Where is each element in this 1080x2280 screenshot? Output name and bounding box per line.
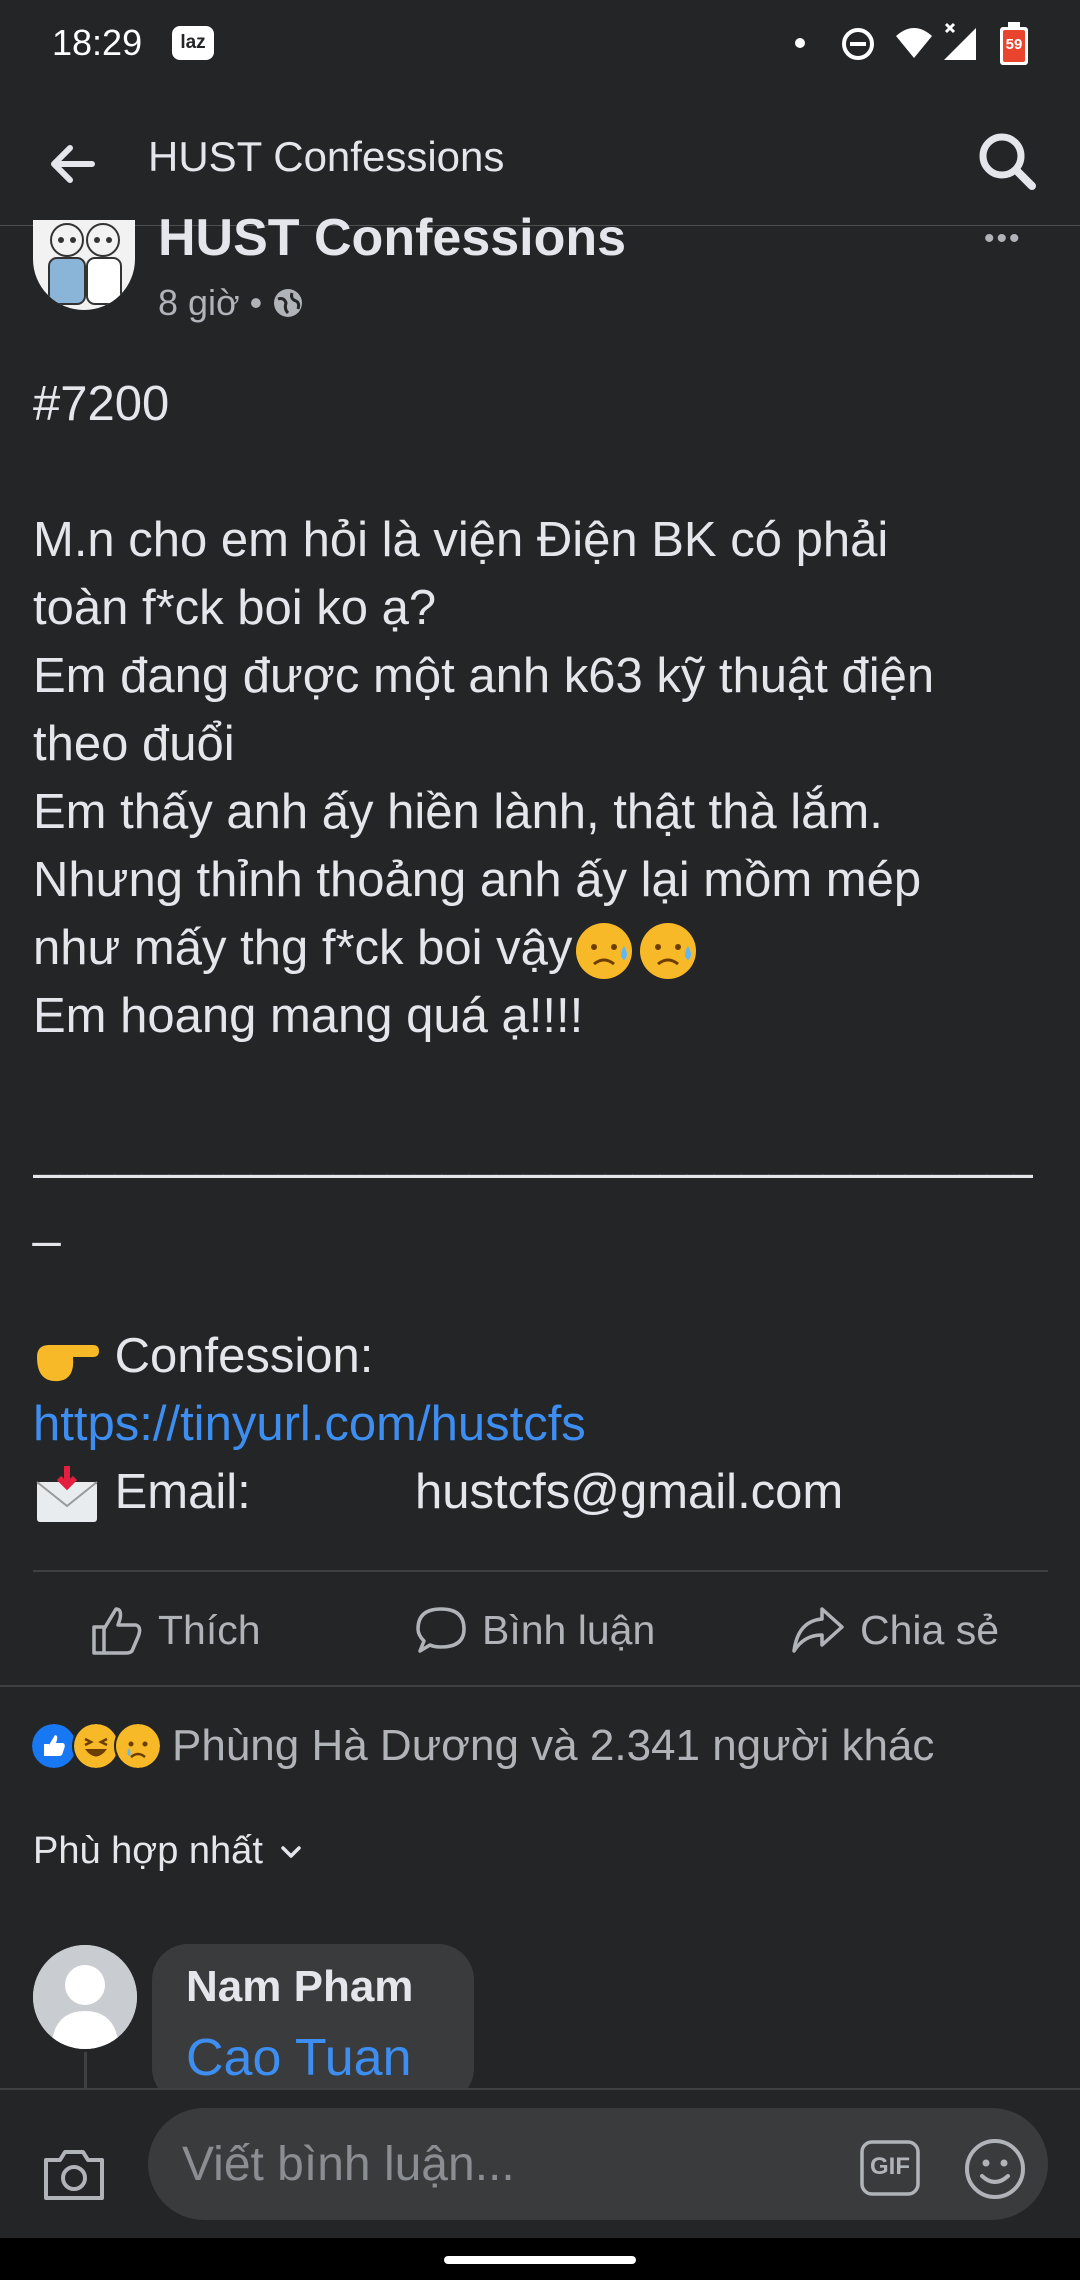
haha-reaction-icon [72, 1722, 120, 1770]
post-line: Em thấy anh ấy hiền lành, thật thà lắm. [33, 785, 883, 839]
confession-line: Confession: [33, 1322, 1053, 1390]
post-line: như mấy thg f*ck boi vậy [33, 921, 573, 975]
smiley-icon [965, 2139, 1025, 2199]
meta-separator: • [249, 282, 263, 323]
email-label: Email: [114, 1465, 251, 1520]
like-reaction-icon [30, 1722, 78, 1770]
inbox-envelope-icon [36, 1466, 98, 1523]
confession-label: Confession: [114, 1329, 374, 1384]
post-line: Em đang được một anh k63 kỹ thuật điện [33, 649, 935, 703]
commenter-avatar[interactable] [33, 1945, 137, 2049]
post-meta: 8 giờ • [158, 282, 304, 324]
share-button[interactable]: Chia sẻ [790, 1600, 999, 1660]
camera-icon [44, 2150, 104, 2200]
post-line: Em hoang mang quá ạ!!!! [33, 989, 584, 1044]
page-name[interactable]: HUST Confessions [158, 208, 626, 268]
share-label: Chia sẻ [860, 1606, 1000, 1653]
comment-sort-select[interactable]: Phù hợp nhất [33, 1830, 305, 1873]
comment-label: Bình luận [482, 1606, 656, 1653]
sort-label: Phù hợp nhất [33, 1830, 263, 1872]
comment-thread-line [84, 2052, 87, 2092]
divider [0, 1685, 1080, 1687]
home-indicator[interactable] [444, 2256, 636, 2264]
post-line-with-emoji: như mấy thg f*ck boi vậy [33, 914, 1053, 982]
post-line: toàn f*ck boi ko ạ? [33, 581, 437, 635]
comment-button[interactable]: Bình luận [414, 1600, 655, 1660]
do-not-disturb-icon [842, 28, 874, 60]
confession-link[interactable]: https://tinyurl.com/hustcfs [33, 1390, 1053, 1458]
lazada-notification-icon: laz [172, 26, 214, 60]
gif-button[interactable]: GIF [858, 2138, 922, 2198]
separator-line: _ [33, 1193, 61, 1248]
post-line: theo đuổi [33, 717, 235, 771]
post-time[interactable]: 8 giờ [158, 282, 240, 324]
separator-line: ________________________________________ [33, 1125, 1033, 1180]
divider [33, 1570, 1048, 1572]
chevron-down-icon [281, 1845, 301, 1858]
comment-author[interactable]: Nam Pham [186, 1962, 413, 2012]
search-button[interactable] [968, 122, 1048, 202]
thumbs-up-icon [92, 1607, 142, 1655]
reactions-text: Phùng Hà Dương và 2.341 người khác [172, 1721, 935, 1770]
page-avatar[interactable] [33, 220, 135, 310]
post-line: #7200 [33, 377, 170, 431]
wifi-icon [896, 28, 932, 58]
status-time: 18:29 [52, 22, 143, 63]
post-line: M.n cho em hỏi là viện Điện BK có phải [33, 513, 889, 567]
share-arrow-icon [792, 1607, 844, 1653]
like-label: Thích [158, 1606, 261, 1653]
gif-label: GIF [870, 2153, 910, 2180]
sad-reaction-icon [114, 1722, 162, 1770]
arrow-left-icon [51, 145, 95, 183]
cellular-signal-icon [944, 22, 976, 60]
notification-dot-icon [795, 38, 805, 48]
default-user-icon [33, 1945, 137, 2049]
more-options-icon[interactable]: ••• [984, 222, 1022, 256]
emoji-button[interactable] [962, 2136, 1028, 2202]
search-icon [979, 133, 1036, 190]
back-button[interactable] [36, 128, 108, 200]
email-line: Email: hustcfs@gmail.com [33, 1458, 1053, 1526]
post-line: Nhưng thỉnh thoảng anh ấy lại mồm mép [33, 853, 922, 907]
globe-icon [274, 289, 303, 317]
header-title: HUST Confessions [148, 133, 505, 180]
comment-bubble-icon [416, 1607, 466, 1653]
email-value[interactable]: hustcfs@gmail.com [415, 1458, 843, 1526]
comment-mention[interactable]: Cao Tuan [186, 2028, 412, 2088]
like-button[interactable]: Thích [90, 1600, 261, 1660]
cartoon-avatar-icon [48, 223, 122, 305]
battery-level: 59 [1005, 36, 1023, 53]
reactions-summary[interactable]: Phùng Hà Dương và 2.341 người khác [30, 1716, 934, 1776]
sad-tear-emoji-icon [576, 923, 633, 980]
sad-tear-emoji-icon [640, 923, 697, 980]
pointing-hand-icon [37, 1345, 99, 1382]
camera-button[interactable] [38, 2138, 110, 2210]
post-body: #7200 M.n cho em hỏi là viện Điện BK có … [33, 370, 1053, 1526]
